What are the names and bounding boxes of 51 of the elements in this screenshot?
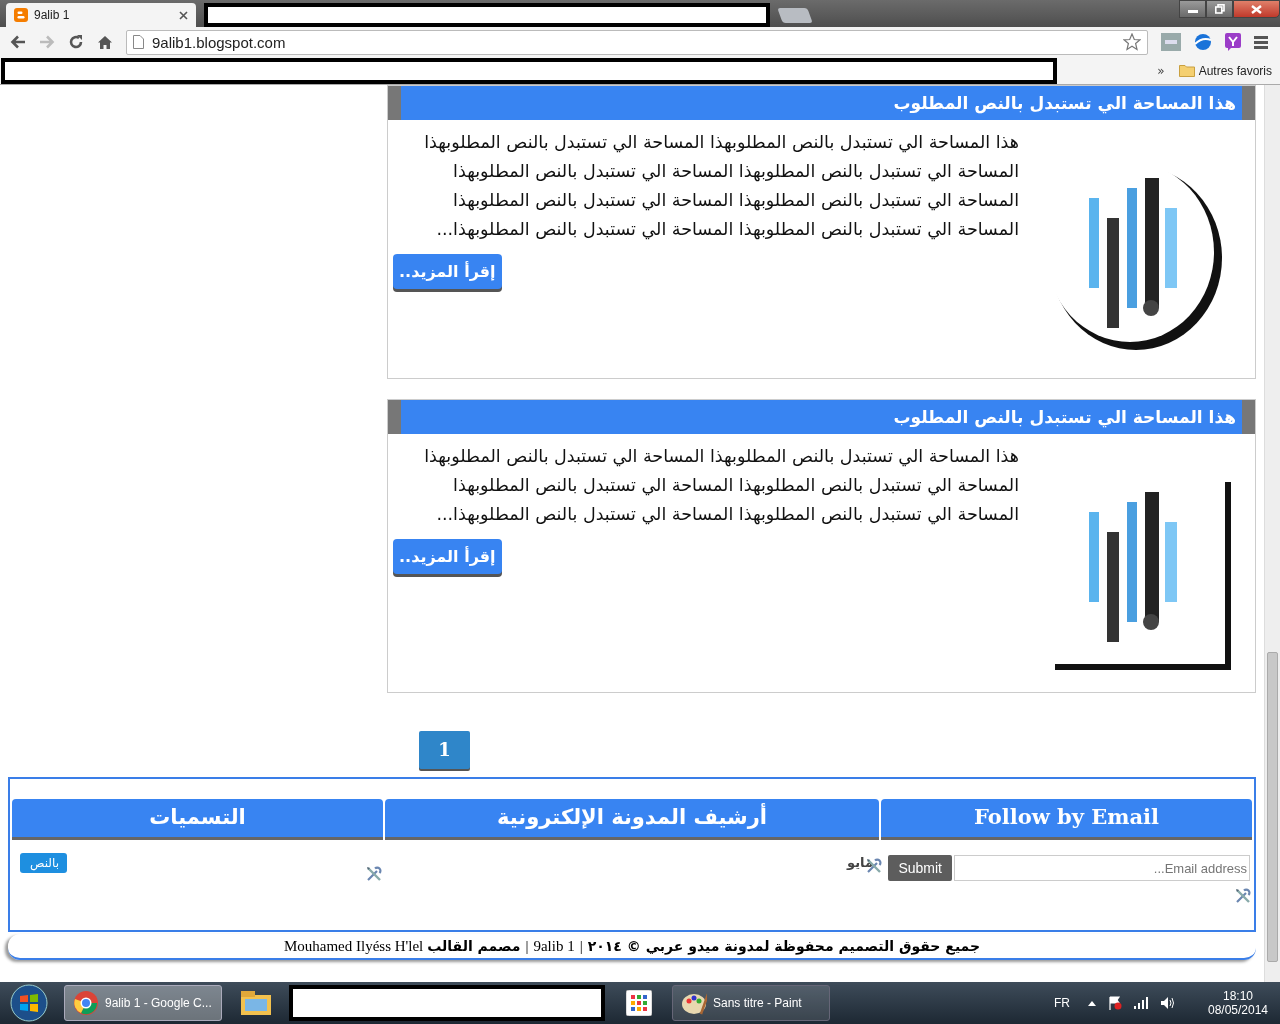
reload-icon[interactable] [68, 34, 84, 50]
read-more-button[interactable]: إقرأ المزيد.. [393, 539, 502, 574]
speaker-icon[interactable] [1160, 996, 1176, 1010]
tab-title: 9alib 1 [34, 8, 71, 22]
globe-icon[interactable] [1194, 33, 1212, 51]
home-icon[interactable] [97, 34, 113, 50]
folder-icon [1178, 64, 1195, 77]
new-tab-button[interactable] [777, 8, 813, 23]
page-button[interactable]: 1 [419, 731, 470, 769]
post-excerpt: هذا المساحة الي تستبدل بالنص المطلوبهذا المساحة الي تستبدل بالنص المطلوبهذا المساحة الي تستبدل بالنص المطلوبهذا المساحة الي تستبدل بالنص المطلوبهذا المساحة الي تستبدل بالنص المطلوبهذا المساحة الي تستبدل بالنص المطلوبهذا المساحة الي تستبدل بالنص المطلوبهذا المساحة الي تستبدل بالنص المطلوبهذا... [423, 131, 1019, 242]
chrome-app-button[interactable]: 9alib 1 - Google C... [64, 985, 222, 1021]
blogger-icon [14, 8, 28, 22]
star-icon [1123, 33, 1141, 51]
flag-icon[interactable] [1108, 996, 1122, 1010]
address-bar[interactable]: 9alib1.blogspot.com [126, 29, 1148, 55]
language-indicator[interactable]: FR [1054, 996, 1070, 1010]
widget-title: Follow by Email [881, 799, 1252, 837]
folder-icon [239, 990, 272, 1016]
browser-icon [73, 990, 99, 1016]
post-title[interactable]: هذا المساحة الي تستبدل بالنص المطلوب [893, 93, 1236, 113]
close-icon [1251, 4, 1262, 14]
restore-button[interactable] [1206, 0, 1233, 18]
scroll-thumb[interactable] [1267, 652, 1278, 962]
browser-tab[interactable]: 9alib 1 [6, 3, 196, 27]
archive-month[interactable]: مايو [847, 855, 873, 870]
close-button[interactable] [1233, 0, 1280, 18]
bookmark-folder[interactable]: Autres favoris [1178, 63, 1272, 78]
url-text: 9alib1.blogspot.com [152, 33, 286, 51]
widget-title: التسميات [12, 799, 383, 837]
scrollbar[interactable] [1264, 85, 1280, 982]
minimize-button[interactable] [1179, 0, 1206, 18]
post-excerpt: هذا المساحة الي تستبدل بالنص المطلوبهذا المساحة الي تستبدل بالنص المطلوبهذا المساحة الي تستبدل بالنص المطلوبهذا المساحة الي تستبدل بالنص المطلوبهذا المساحة الي تستبدل بالنص المطلوبهذا المساحة الي تستبدل بالنص المطلوبهذا... [423, 445, 1019, 527]
submit-button[interactable]: Submit [888, 855, 952, 881]
start-button[interactable] [10, 984, 48, 1022]
clock-date[interactable]: 08/05/2014 [1207, 1003, 1269, 1017]
clock-time[interactable]: 18:10 [1223, 989, 1253, 1003]
menu-icon[interactable] [1254, 35, 1268, 49]
restore-icon [1214, 4, 1225, 14]
signal-icon[interactable] [1134, 997, 1148, 1009]
post-title[interactable]: هذا المساحة الي تستبدل بالنص المطلوب [893, 407, 1236, 427]
widget-title: أرشيف المدونة الإلكترونية [385, 799, 879, 837]
extension-icon[interactable] [1225, 33, 1241, 51]
close-icon[interactable] [179, 10, 188, 20]
grid-icon [625, 990, 652, 1016]
paint-app-button[interactable]: Sans titre - Paint [672, 985, 830, 1021]
email-field[interactable]: Email address... [954, 855, 1250, 881]
page-icon [133, 35, 144, 49]
tray-arrow-icon[interactable] [1088, 1000, 1096, 1006]
back-icon[interactable] [10, 35, 26, 49]
bookmarks-overflow[interactable]: » [1157, 63, 1165, 78]
read-more-button[interactable]: إقرأ المزيد.. [393, 254, 502, 289]
